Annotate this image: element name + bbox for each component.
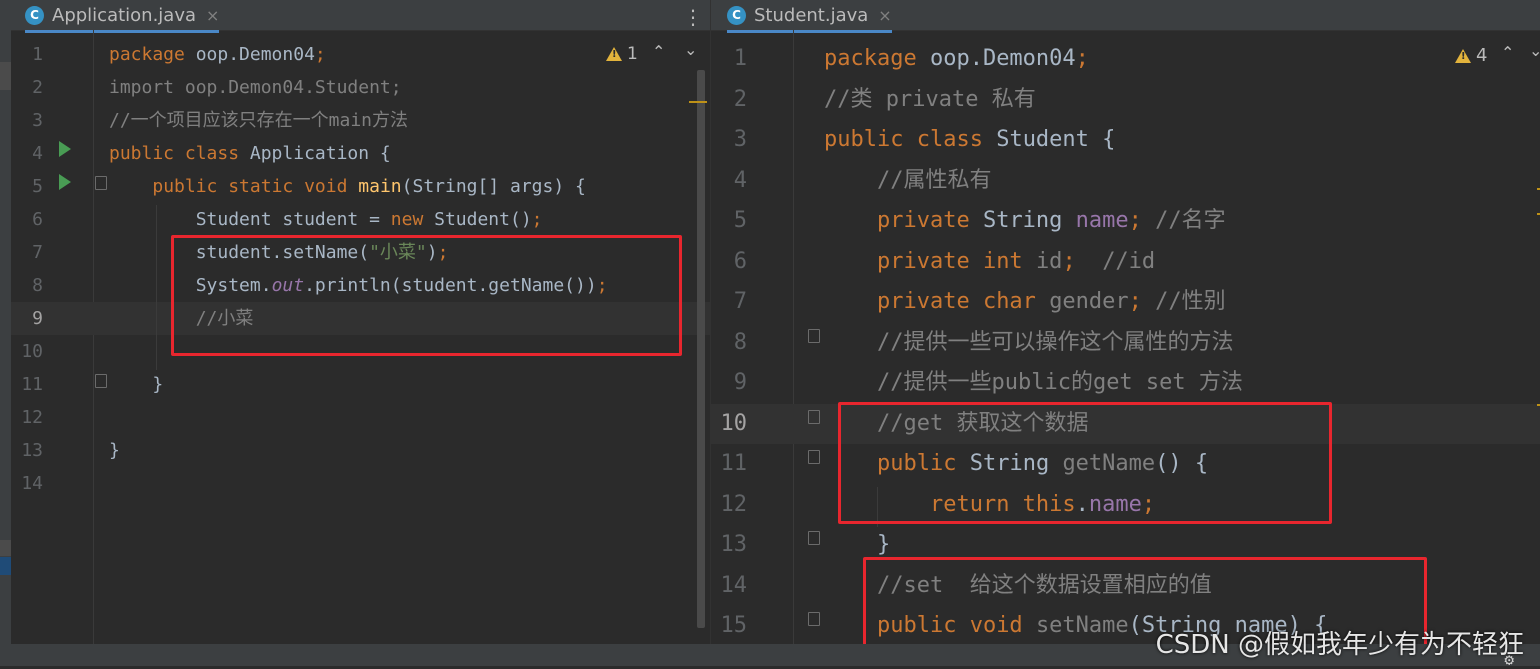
gutter-separator: [793, 30, 794, 644]
tab-label: Application.java: [52, 4, 197, 26]
line-number[interactable]: 8: [11, 271, 43, 300]
code-line[interactable]: package oop.Demon04;: [824, 41, 1089, 78]
line-number[interactable]: 4: [711, 163, 747, 200]
line-number[interactable]: 11: [11, 370, 43, 399]
warning-count: 4: [1476, 45, 1488, 66]
run-gutter-icon[interactable]: [59, 174, 71, 190]
code-line[interactable]: private String name; //名字: [824, 203, 1226, 240]
line-number[interactable]: 12: [11, 403, 43, 432]
watermark: CSDN @假如我年少有为不轻狂: [1155, 630, 1524, 660]
line-number[interactable]: 3: [711, 122, 747, 159]
line-number[interactable]: 8: [711, 325, 747, 362]
previous-highlight-icon[interactable]: ⌃: [652, 42, 665, 61]
code-line[interactable]: //类 private 私有: [824, 82, 1036, 119]
line-number[interactable]: 13: [11, 436, 43, 465]
line-number[interactable]: 5: [711, 203, 747, 240]
code-line[interactable]: private int id; //id: [824, 244, 1155, 281]
fold-marker-icon[interactable]: [808, 409, 820, 424]
code-line[interactable]: public class Application {: [109, 139, 391, 168]
gear-icon[interactable]: ⚙: [1504, 650, 1514, 669]
close-tab-icon[interactable]: ×: [878, 6, 891, 25]
right-tab-bar: C Student.java ×: [711, 0, 1540, 33]
inspection-widget[interactable]: ! 1: [606, 44, 638, 64]
warning-icon: !: [1455, 48, 1471, 63]
highlight-box: [838, 402, 1332, 524]
warning-stripe-marker[interactable]: [689, 101, 707, 103]
code-line[interactable]: //属性私有: [824, 163, 992, 200]
tab-label: Student.java: [754, 4, 869, 26]
tab-student-java[interactable]: C Student.java ×: [727, 0, 892, 33]
code-line[interactable]: public static void main(String[] args) {: [109, 172, 586, 201]
code-line[interactable]: import oop.Demon04.Student;: [109, 73, 402, 102]
warning-count: 1: [627, 44, 638, 64]
line-number[interactable]: 2: [11, 73, 43, 102]
line-number[interactable]: 3: [11, 106, 43, 135]
indent-guide: [156, 205, 157, 370]
line-number[interactable]: 10: [11, 337, 43, 366]
code-line[interactable]: //一个项目应该只存在一个main方法: [109, 106, 408, 135]
fold-marker-icon[interactable]: [95, 176, 107, 190]
line-number[interactable]: 13: [711, 527, 748, 564]
gutter-separator: [93, 30, 94, 644]
line-number[interactable]: 9: [711, 365, 747, 402]
next-highlight-icon[interactable]: ⌄: [684, 40, 697, 59]
code-line[interactable]: //提供一些public的get set 方法: [824, 365, 1243, 402]
tab-application-java[interactable]: C Application.java ×: [25, 0, 220, 33]
line-number[interactable]: 9: [11, 304, 43, 333]
inspection-widget[interactable]: ! 4: [1455, 45, 1487, 66]
line-number[interactable]: 6: [11, 205, 43, 234]
line-number[interactable]: 2: [711, 82, 747, 119]
line-number[interactable]: 10: [711, 406, 748, 443]
line-number[interactable]: 14: [11, 469, 43, 498]
left-tab-bar: C Application.java × ⋮: [11, 0, 710, 33]
code-line[interactable]: //提供一些可以操作这个属性的方法: [824, 325, 1234, 362]
fold-marker-icon[interactable]: [808, 531, 820, 545]
line-number[interactable]: 4: [11, 139, 43, 168]
line-number[interactable]: 15: [711, 608, 748, 644]
run-gutter-icon[interactable]: [59, 141, 71, 157]
code-line[interactable]: Student student = new Student();: [109, 205, 543, 234]
vertical-scrollbar[interactable]: [697, 70, 705, 628]
line-number[interactable]: 1: [711, 41, 747, 78]
line-number[interactable]: 5: [11, 172, 43, 201]
line-number[interactable]: 12: [711, 487, 748, 524]
line-number[interactable]: 6: [711, 244, 747, 281]
line-number[interactable]: 14: [711, 568, 748, 605]
highlight-box: [171, 235, 682, 356]
line-number[interactable]: 1: [11, 40, 43, 69]
line-number[interactable]: 7: [11, 238, 43, 267]
previous-highlight-icon[interactable]: ⌃: [1501, 43, 1514, 62]
fold-marker-icon[interactable]: [808, 612, 820, 626]
java-class-icon: C: [727, 5, 746, 25]
more-options-icon[interactable]: ⋮: [683, 5, 703, 29]
code-line[interactable]: package oop.Demon04;: [109, 40, 326, 69]
code-line[interactable]: public class Student {: [824, 122, 1115, 159]
student-editor[interactable]: C Student.java × 1 package oop.Demon04; 2 /…: [710, 0, 1540, 644]
fold-marker-icon[interactable]: [95, 374, 107, 388]
line-number[interactable]: 7: [711, 284, 747, 321]
fold-marker-icon[interactable]: [808, 450, 820, 464]
code-line[interactable]: }: [109, 370, 163, 399]
code-line[interactable]: private char gender; //性别: [824, 284, 1226, 321]
fold-marker-icon[interactable]: [808, 328, 820, 343]
warning-icon: !: [606, 47, 622, 61]
left-tool-strip: [0, 0, 11, 666]
next-highlight-icon[interactable]: ⌄: [1529, 41, 1540, 60]
close-tab-icon[interactable]: ×: [206, 6, 219, 25]
code-line[interactable]: }: [109, 436, 120, 465]
java-class-icon: C: [25, 5, 44, 25]
line-number[interactable]: 11: [711, 446, 748, 483]
application-editor[interactable]: C Application.java × ⋮ 1 package oop.Demo…: [11, 0, 710, 644]
